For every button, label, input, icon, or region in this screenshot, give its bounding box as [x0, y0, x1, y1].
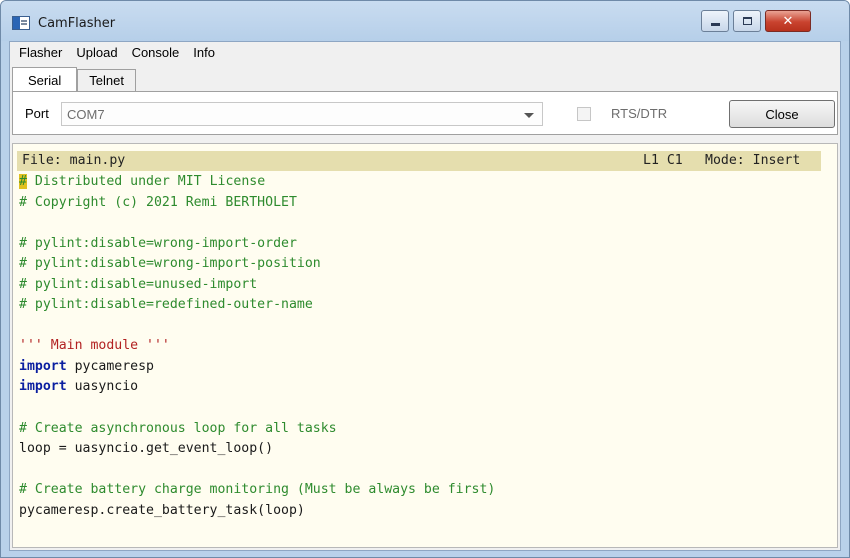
window-title: CamFlasher — [38, 16, 116, 31]
code-token-keyword: import — [19, 358, 67, 374]
close-window-button[interactable]: ✕ — [765, 10, 811, 32]
code-line: # pylint:disable=wrong-import-order — [19, 234, 819, 255]
port-value: COM7 — [67, 107, 105, 122]
code-token-comment: # Create battery charge monitoring (Must… — [19, 482, 496, 498]
code-line: # Create asynchronous loop for all tasks — [19, 419, 819, 440]
code-token-comment: # pylint:disable=unused-import — [19, 276, 258, 292]
code-line: import pycameresp — [19, 357, 819, 378]
status-edit-mode: Mode: Insert — [705, 153, 801, 168]
code-line: # Copyright (c) 2021 Remi BERTHOLET — [19, 193, 819, 214]
code-token-comment: # pylint:disable=wrong-import-position — [19, 256, 321, 272]
code-line: import uasyncio — [19, 377, 819, 398]
code-line: # Distributed under MIT License — [19, 172, 819, 193]
code-token-comment: # pylint:disable=redefined-outer-name — [19, 297, 313, 313]
menu-flasher[interactable]: Flasher — [10, 42, 69, 64]
code-token-comment: # pylint:disable=wrong-import-order — [19, 235, 297, 251]
code-line: # pylint:disable=redefined-outer-name — [19, 295, 819, 316]
rts-dtr-checkbox[interactable] — [577, 107, 591, 121]
port-label: Port — [25, 106, 49, 121]
code-editor[interactable]: File: main.py L1 C1 Mode: Insert # Distr… — [12, 143, 838, 548]
code-token-comment: # Copyright (c) 2021 Remi BERTHOLET — [19, 194, 297, 210]
port-select[interactable]: COM7 — [61, 102, 543, 126]
tab-serial[interactable]: Serial — [12, 67, 78, 91]
code-token-string: ''' Main module ''' — [19, 338, 170, 354]
code-token-plain: loop = uasyncio.get_event_loop() — [19, 441, 274, 457]
code-token-comment: # Create asynchronous loop for all tasks — [19, 420, 337, 436]
rts-dtr-label: RTS/DTR — [611, 106, 668, 121]
maximize-button[interactable] — [733, 10, 761, 32]
code-token-plain: uasyncio — [66, 379, 139, 395]
connection-tabs: Serial Telnet — [12, 67, 136, 91]
status-file-name: File: main.py — [22, 153, 126, 168]
close-icon: ✕ — [782, 13, 794, 29]
text-cursor: # — [19, 174, 27, 189]
code-token-keyword: import — [19, 379, 67, 395]
code-line: pycameresp.create_battery_task(loop) — [19, 501, 819, 522]
code-line: # Create battery charge monitoring (Must… — [19, 480, 819, 501]
minimize-icon — [710, 22, 720, 26]
minimize-button[interactable] — [701, 10, 729, 32]
menu-upload[interactable]: Upload — [69, 42, 124, 64]
code-text-area[interactable]: # Distributed under MIT License # Copyrig… — [19, 172, 819, 521]
menu-console[interactable]: Console — [125, 42, 187, 64]
code-line: # pylint:disable=unused-import — [19, 275, 819, 296]
tab-telnet[interactable]: Telnet — [77, 69, 136, 91]
close-connection-button[interactable]: Close — [729, 100, 835, 128]
code-token-comment: Distributed under MIT License — [26, 174, 266, 189]
menu-info[interactable]: Info — [186, 42, 222, 64]
menu-bar: Flasher Upload Console Info — [10, 42, 840, 64]
maximize-icon — [742, 17, 752, 25]
app-window: CamFlasher ✕ Flasher Upload Console Info… — [0, 0, 850, 558]
code-line: # pylint:disable=wrong-import-position — [19, 254, 819, 275]
client-area: Flasher Upload Console Info Serial Telne… — [9, 41, 841, 551]
code-line: loop = uasyncio.get_event_loop() — [19, 439, 819, 460]
code-token-plain: pycameresp.create_battery_task(loop) — [19, 502, 305, 518]
editor-status-bar: File: main.py L1 C1 Mode: Insert — [17, 151, 821, 171]
code-token-plain: pycameresp — [66, 358, 154, 374]
serial-tab-pane: Port COM7 RTS/DTR Close — [12, 91, 838, 135]
app-icon — [12, 16, 30, 30]
chevron-down-icon — [524, 113, 534, 118]
status-cursor-position: L1 C1 — [643, 153, 683, 168]
title-bar[interactable]: CamFlasher ✕ — [1, 1, 849, 41]
code-line: ''' Main module ''' — [19, 336, 819, 357]
